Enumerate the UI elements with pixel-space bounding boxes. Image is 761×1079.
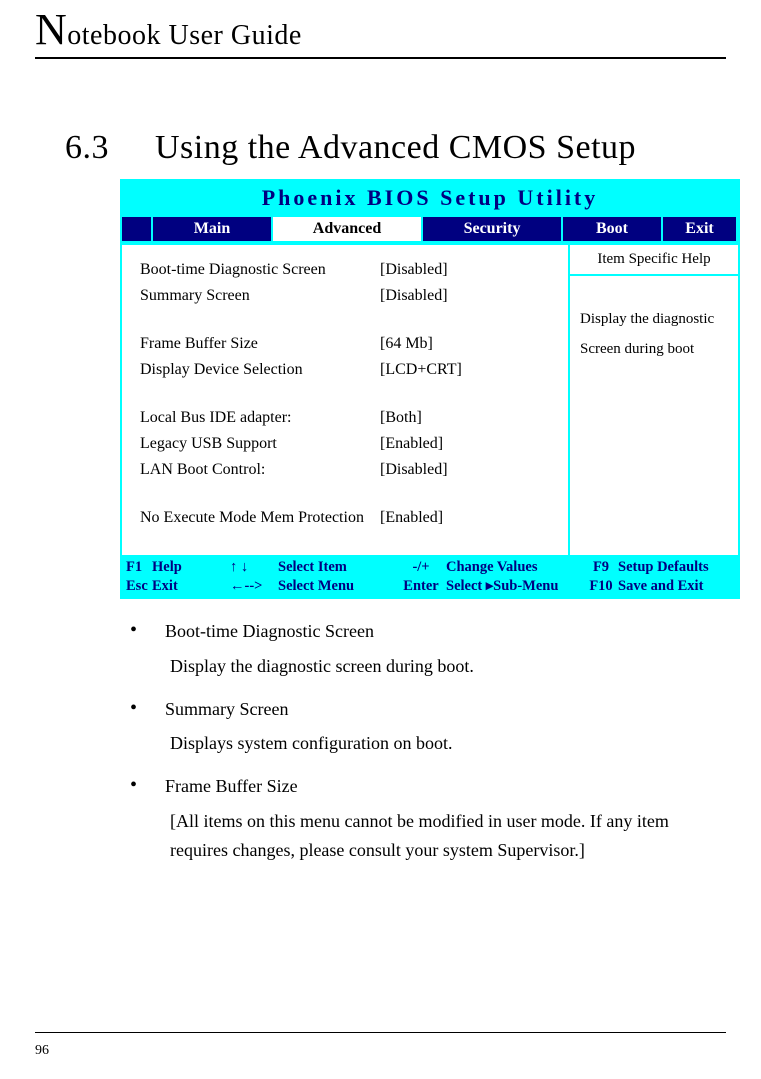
foot-key: Esc [126, 577, 152, 596]
section-title: Using the Advanced CMOS Setup [155, 129, 636, 166]
bios-title: Phoenix BIOS Setup Utility [122, 181, 738, 215]
setting-row[interactable]: Display Device Selection [LCD+CRT] [140, 357, 550, 383]
foot-key: -/+ [396, 558, 446, 577]
doc-header: Notebook User Guide [35, 0, 726, 55]
footer-rule [35, 1032, 726, 1033]
foot-label: Select Menu [278, 577, 396, 596]
setting-row[interactable]: No Execute Mode Mem Protection [Enabled] [140, 505, 550, 531]
setting-label: Legacy USB Support [140, 435, 380, 453]
setting-value: [Disabled] [380, 261, 448, 279]
bios-settings-list: Boot-time Diagnostic Screen [Disabled] S… [122, 245, 568, 555]
bios-tab-exit[interactable]: Exit [662, 216, 737, 242]
setting-row[interactable]: Legacy USB Support [Enabled] [140, 431, 550, 457]
setting-label: Display Device Selection [140, 361, 380, 379]
setting-label: No Execute Mode Mem Protection [140, 509, 380, 527]
list-item: • Frame Buffer Size [All items on this m… [130, 772, 706, 864]
bullet-desc: [All items on this menu cannot be modifi… [170, 807, 706, 865]
bios-setup-panel: Phoenix BIOS Setup Utility Main Advanced… [120, 179, 740, 599]
header-rule [35, 57, 726, 59]
bullet-title: Frame Buffer Size [165, 772, 298, 801]
foot-label: Save and Exit [618, 577, 734, 596]
bullet-desc: Display the diagnostic screen during boo… [170, 652, 706, 681]
bios-help-header: Item Specific Help [570, 245, 738, 276]
bios-tab-boot[interactable]: Boot [562, 216, 662, 242]
setting-value: [Disabled] [380, 287, 448, 305]
setting-label: Summary Screen [140, 287, 380, 305]
bios-footer: F1 Esc Help Exit ↑ ↓ ←--> Select Item Se… [122, 555, 738, 597]
foot-label: Select ▸Sub-Menu [446, 577, 584, 596]
dropcap: N [35, 5, 67, 54]
bios-help-body: Display the diagnostic Screen during boo… [570, 276, 738, 374]
bullet-desc: Displays system configuration on boot. [170, 729, 706, 758]
bios-tab-advanced[interactable]: Advanced [272, 216, 422, 242]
bios-main-area: Boot-time Diagnostic Screen [Disabled] S… [122, 243, 738, 555]
bullet-title: Summary Screen [165, 695, 288, 724]
foot-key: F10 [584, 577, 618, 596]
help-line: Screen during boot [580, 334, 728, 364]
header-text: otebook User Guide [67, 20, 302, 51]
bios-tab-security[interactable]: Security [422, 216, 562, 242]
foot-label: Change Values [446, 558, 584, 577]
setting-row[interactable]: LAN Boot Control: [Disabled] [140, 457, 550, 483]
setting-label: LAN Boot Control: [140, 461, 380, 479]
help-line: Display the diagnostic [580, 304, 728, 334]
setting-label: Local Bus IDE adapter: [140, 409, 380, 427]
setting-row[interactable]: Frame Buffer Size [64 Mb] [140, 331, 550, 357]
content-body: • Boot-time Diagnostic Screen Display th… [130, 617, 706, 865]
bullet-icon: • [130, 617, 165, 643]
bios-help-pane: Item Specific Help Display the diagnosti… [568, 245, 738, 555]
arrow-updown-icon: ↑ ↓ [230, 558, 278, 577]
setting-row[interactable]: Local Bus IDE adapter: [Both] [140, 405, 550, 431]
bios-tab-spacer [122, 216, 152, 242]
setting-row[interactable]: Boot-time Diagnostic Screen [Disabled] [140, 257, 550, 283]
setting-value: [Both] [380, 409, 422, 427]
setting-value: [LCD+CRT] [380, 361, 462, 379]
bullet-title: Boot-time Diagnostic Screen [165, 617, 374, 646]
setting-value: [Enabled] [380, 509, 443, 527]
bullet-icon: • [130, 695, 165, 721]
foot-label: Select Item [278, 558, 396, 577]
section-heading: 6.3Using the Advanced CMOS Setup [65, 129, 726, 167]
foot-label: Setup Defaults [618, 558, 734, 577]
setting-label: Frame Buffer Size [140, 335, 380, 353]
setting-row[interactable]: Summary Screen [Disabled] [140, 283, 550, 309]
bios-tab-main[interactable]: Main [152, 216, 272, 242]
foot-label: Exit [152, 577, 230, 596]
arrow-leftright-icon: ←--> [230, 577, 278, 596]
setting-value: [Disabled] [380, 461, 448, 479]
setting-value: [Enabled] [380, 435, 443, 453]
foot-key: F1 [126, 558, 152, 577]
list-item: • Summary Screen Displays system configu… [130, 695, 706, 759]
bios-tab-row: Main Advanced Security Boot Exit [122, 216, 737, 242]
foot-label: Help [152, 558, 230, 577]
list-item: • Boot-time Diagnostic Screen Display th… [130, 617, 706, 681]
foot-key: F9 [584, 558, 618, 577]
foot-key: Enter [396, 577, 446, 596]
setting-label: Boot-time Diagnostic Screen [140, 261, 380, 279]
setting-value: [64 Mb] [380, 335, 433, 353]
section-number: 6.3 [65, 129, 155, 167]
page-number: 96 [35, 1043, 49, 1059]
bullet-icon: • [130, 772, 165, 798]
